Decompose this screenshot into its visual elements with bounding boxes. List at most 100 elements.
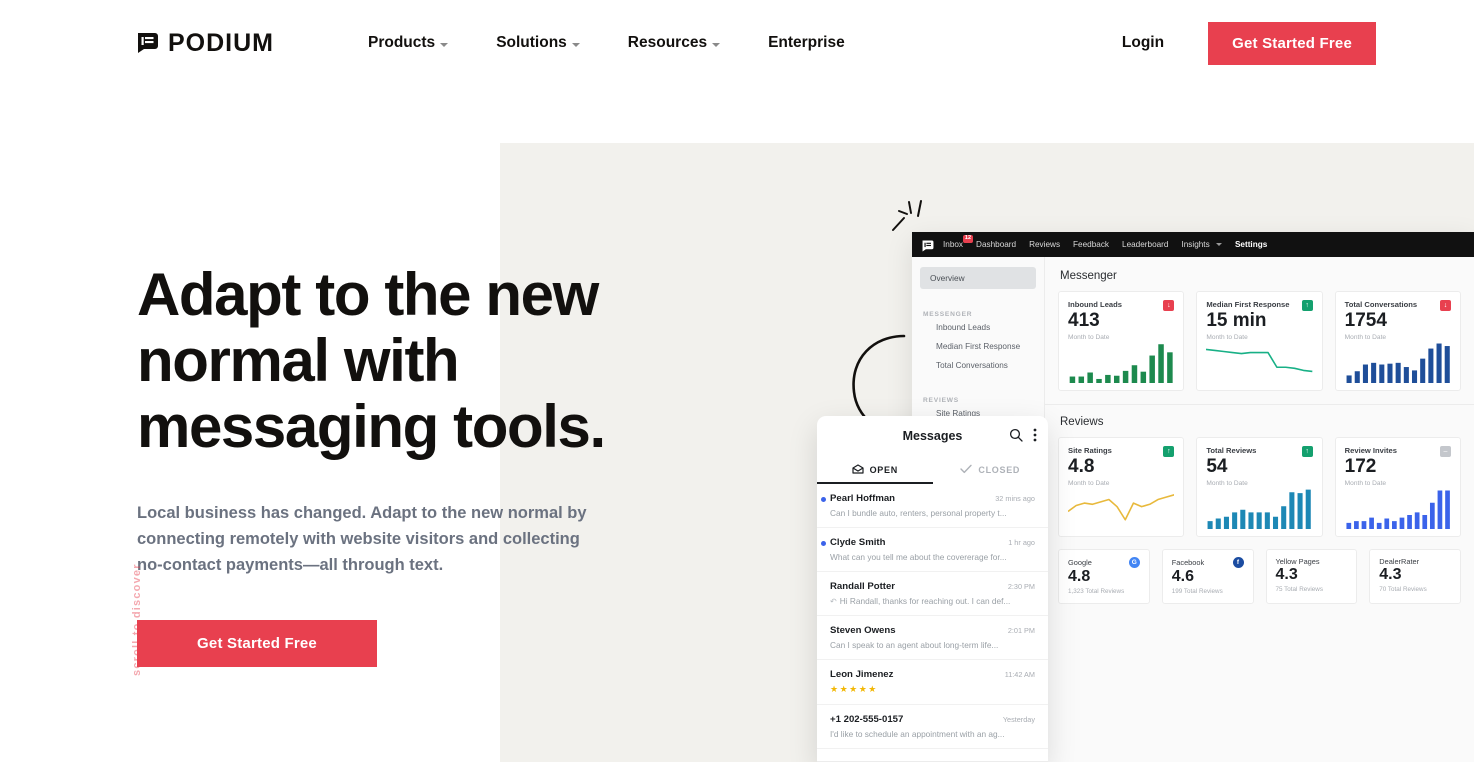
message-list-item[interactable]: Pearl Hoffman 32 mins ago Can I bundle a…: [817, 484, 1048, 528]
get-started-free-button-hero[interactable]: Get Started Free: [137, 620, 377, 667]
metric-sub: Month to Date: [1068, 479, 1110, 487]
sidebar-item-overview[interactable]: Overview: [920, 267, 1036, 289]
messenger-section-title: Messenger: [1060, 270, 1117, 282]
review-site-card-facebook[interactable]: Facebook f 4.6 199 Total Reviews: [1161, 549, 1254, 604]
metric-card-total-conversations[interactable]: Total Conversations 1754 Month to Date ↓: [1334, 291, 1461, 391]
tab-open[interactable]: OPEN: [817, 456, 933, 484]
sparkline-bar-chart: [1206, 487, 1312, 529]
metric-label: Median First Response: [1206, 300, 1290, 309]
page-title: Adapt to the new normal with messaging t…: [137, 262, 787, 460]
open-envelope-icon: [851, 464, 864, 476]
reviews-metric-cards: Site Ratings 4.8 Month to Date ↑ Total R…: [1058, 437, 1461, 537]
sidebar-item-inbound-leads[interactable]: Inbound Leads: [920, 318, 1036, 337]
nav-item-products[interactable]: Products: [344, 34, 472, 52]
message-preview: Can I bundle auto, renters, personal pro…: [830, 508, 1007, 518]
sidebar-item-total-conversations[interactable]: Total Conversations: [920, 356, 1036, 375]
metric-value: 172: [1344, 456, 1377, 477]
nav-item-label: Enterprise: [768, 34, 845, 51]
app-nav-label: Inbox: [943, 240, 964, 249]
chevron-down-icon: [440, 42, 449, 47]
app-nav-dashboard[interactable]: Dashboard: [976, 240, 1016, 249]
review-site-card-google[interactable]: Google G 4.8 1,323 Total Reviews: [1058, 549, 1150, 604]
chevron-down-icon: [712, 42, 721, 47]
google-icon: G: [1128, 557, 1140, 568]
podium-speech-bubble-icon: [922, 239, 934, 251]
reply-arrow-icon: ↶: [830, 597, 837, 606]
hero-title-line-3: messaging tools.: [137, 393, 606, 460]
message-list-item[interactable]: Steven Owens 2:01 PM Can I speak to an a…: [817, 616, 1048, 660]
nav-item-enterprise[interactable]: Enterprise: [744, 34, 869, 52]
message-list-item[interactable]: +1 202-555-0157 Yesterday I'd like to sc…: [817, 705, 1048, 749]
metric-card-total-reviews[interactable]: Total Reviews 54 Month to Date ↑: [1196, 437, 1323, 537]
site-review-count: 199 Total Reviews: [1171, 587, 1223, 595]
message-list-item[interactable]: Clyde Smith 1 hr ago What can you tell m…: [817, 528, 1048, 572]
metric-card-review-invites[interactable]: Review Invites 172 Month to Date –: [1334, 437, 1461, 537]
section-divider: [1045, 404, 1474, 405]
metric-card-site-ratings[interactable]: Site Ratings 4.8 Month to Date ↑: [1058, 437, 1185, 537]
sparkline-line-chart: [1206, 341, 1312, 383]
trend-up-icon: ↑: [1163, 446, 1175, 457]
metric-sub: Month to Date: [1068, 333, 1110, 341]
message-time: 2:30 PM: [1007, 582, 1035, 591]
sidebar-item-median-first-response[interactable]: Median First Response: [920, 337, 1036, 356]
metric-sub: Month to Date: [1206, 479, 1248, 487]
site-rating: 4.3: [1275, 566, 1298, 583]
metric-sub: Month to Date: [1344, 333, 1387, 341]
nav-item-label: Resources: [627, 34, 708, 51]
header-actions: Login Get Started Free: [1122, 21, 1376, 65]
app-nav-insights[interactable]: Insights: [1181, 240, 1222, 249]
metric-value: 54: [1206, 456, 1228, 477]
metric-card-inbound-leads[interactable]: Inbound Leads 413 Month to Date ↓: [1058, 291, 1185, 391]
message-time: 1 hr ago: [1008, 538, 1035, 547]
app-nav-inbox[interactable]: Inbox 12: [943, 235, 974, 249]
messages-header-actions: [1009, 428, 1037, 447]
messages-panel: Messages OPEN CLOSED Pearl Hoffman 32 mi…: [817, 416, 1048, 762]
site-name: DealerRater: [1379, 557, 1420, 566]
reviews-section-title: Reviews: [1060, 416, 1104, 428]
unread-dot-icon: [821, 497, 826, 502]
message-sender: Clyde Smith: [830, 537, 886, 548]
review-site-card-yellow-pages[interactable]: Yellow Pages 4.3 75 Total Reviews: [1265, 549, 1358, 604]
login-link[interactable]: Login: [1122, 34, 1164, 52]
message-list-item[interactable]: Randall Potter 2:30 PM ↶ Hi Randall, than…: [817, 572, 1048, 616]
site-header: PODIUM Products Solutions Resources Ente…: [0, 0, 1474, 86]
hero-title-line-1: Adapt to the new: [137, 261, 599, 328]
app-nav-feedback[interactable]: Feedback: [1073, 240, 1109, 249]
message-time: 2:01 PM: [1007, 626, 1035, 635]
sidebar-group-title: MESSENGER: [923, 311, 973, 318]
trend-flat-icon: –: [1439, 446, 1451, 457]
metric-label: Review Invites: [1344, 446, 1397, 455]
message-sender: Randall Potter: [830, 581, 896, 592]
brand-name: PODIUM: [168, 28, 274, 57]
metric-value: 1754: [1344, 310, 1387, 331]
review-site-card-dealerrater[interactable]: DealerRater 4.3 70 Total Reviews: [1369, 549, 1461, 604]
review-site-cards: Google G 4.8 1,323 Total Reviews Faceboo…: [1058, 549, 1461, 604]
trend-down-icon: ↓: [1163, 300, 1175, 311]
message-sender: Leon Jimenez: [830, 669, 894, 680]
app-nav-settings[interactable]: Settings: [1235, 240, 1267, 249]
site-rating: 4.3: [1379, 566, 1402, 583]
message-preview: Can I speak to an agent about long-term …: [830, 640, 999, 650]
message-sender: +1 202-555-0157: [830, 714, 904, 725]
app-nav-leaderboard[interactable]: Leaderboard: [1122, 240, 1168, 249]
app-topbar: Inbox 12 Dashboard Reviews Feedback Lead…: [912, 232, 1474, 257]
app-nav-reviews[interactable]: Reviews: [1029, 240, 1060, 249]
scroll-to-discover-hint: scroll to discover: [131, 563, 143, 676]
site-rating: 4.6: [1171, 568, 1194, 585]
trend-down-icon: ↓: [1439, 300, 1451, 311]
more-vertical-icon[interactable]: [1033, 428, 1037, 447]
get-started-free-button-header[interactable]: Get Started Free: [1208, 21, 1376, 65]
metric-label: Total Conversations: [1344, 300, 1418, 309]
sparkline-bar-chart: [1068, 341, 1174, 383]
message-list-item[interactable]: Leon Jimenez 11:42 AM ★★★★★: [817, 660, 1048, 705]
app-nav-label: Insights: [1181, 240, 1210, 249]
nav-item-solutions[interactable]: Solutions: [472, 34, 604, 52]
nav-item-resources[interactable]: Resources: [604, 34, 744, 52]
message-sender: Pearl Hoffman: [830, 493, 896, 504]
brand-logo[interactable]: PODIUM: [137, 29, 274, 58]
search-icon[interactable]: [1009, 428, 1023, 447]
tab-closed[interactable]: CLOSED: [933, 456, 1049, 484]
metric-card-median-first-response[interactable]: Median First Response 15 min Month to Da…: [1196, 291, 1323, 391]
message-time: 11:42 AM: [1004, 670, 1035, 679]
site-review-count: 1,323 Total Reviews: [1068, 587, 1125, 595]
